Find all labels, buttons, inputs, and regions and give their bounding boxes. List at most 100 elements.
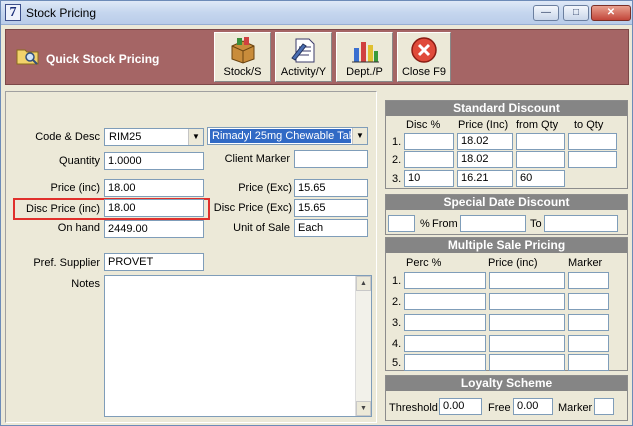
perc-field[interactable]: [404, 335, 486, 352]
close-f9-button[interactable]: Close F9: [397, 32, 451, 82]
chevron-down-icon[interactable]: ▼: [188, 129, 203, 145]
box-icon: [231, 37, 254, 64]
price-field[interactable]: [489, 293, 565, 310]
marker-field[interactable]: [568, 293, 609, 310]
price-inc-label: Price (inc): [50, 182, 100, 194]
minimize-button[interactable]: —: [533, 5, 559, 21]
unit-of-sale-label: Unit of Sale: [233, 222, 290, 234]
price-field[interactable]: [489, 335, 565, 352]
price-field[interactable]: [489, 314, 565, 331]
code-value: RIM25: [109, 131, 142, 143]
pct-label: %: [420, 218, 430, 230]
marker-field[interactable]: [568, 354, 609, 371]
loyalty-marker-field[interactable]: [594, 398, 614, 415]
pref-supplier-label: Pref. Supplier: [33, 257, 100, 269]
row-number: 4.: [392, 338, 402, 350]
activity-button[interactable]: Activity/Y: [275, 32, 332, 82]
toolbar: Quick Stock Pricing Stock/S Activity/Y D…: [5, 29, 629, 85]
perc-pct-header: Perc %: [406, 257, 442, 269]
from-label: From: [432, 218, 458, 230]
multiple-sale-pricing-section: Multiple Sale Pricing Perc % Price (inc)…: [385, 237, 628, 371]
price-exc-field[interactable]: 15.65: [294, 179, 368, 197]
stock-details-panel: Code & Desc RIM25 ▼ Rimadyl 25mg Chewabl…: [5, 91, 377, 423]
close-window-button[interactable]: ✕: [591, 5, 631, 21]
quantity-field[interactable]: 1.0000: [104, 152, 204, 170]
free-label: Free: [488, 402, 511, 414]
disc-price-inc-field[interactable]: 18.00: [104, 199, 204, 217]
price-field[interactable]: [489, 272, 565, 289]
client-marker-label: Client Marker: [224, 153, 290, 165]
from-qty-field[interactable]: 60: [516, 170, 565, 187]
perc-field[interactable]: [404, 314, 486, 331]
from-qty-field[interactable]: [516, 151, 565, 168]
document-icon: [290, 38, 314, 63]
code-desc-label: Code & Desc: [35, 131, 100, 143]
disc-price-exc-field[interactable]: 15.65: [294, 199, 368, 217]
special-date-discount-section: Special Date Discount % From To: [385, 194, 628, 235]
marker-field[interactable]: [568, 314, 609, 331]
to-qty-header: to Qty: [574, 119, 604, 131]
row-number: 1.: [392, 275, 402, 287]
perc-field[interactable]: [404, 354, 486, 371]
price-inc-field[interactable]: 18.02: [457, 133, 513, 150]
price-inc-field[interactable]: 18.02: [457, 151, 513, 168]
row-number: 1.: [392, 136, 402, 148]
bar-chart-icon: [351, 42, 379, 63]
disc-pct-field[interactable]: [404, 133, 454, 150]
app-icon: 7: [5, 4, 21, 21]
row-number: 5.: [392, 357, 402, 369]
special-pct-field[interactable]: [388, 215, 415, 232]
client-marker-field[interactable]: [294, 150, 368, 168]
pref-supplier-field[interactable]: PROVET: [104, 253, 204, 271]
unit-of-sale-field[interactable]: Each: [294, 219, 368, 237]
disc-pct-field[interactable]: 10: [404, 170, 454, 187]
quantity-label: Quantity: [59, 155, 100, 167]
threshold-field[interactable]: 0.00: [439, 398, 482, 415]
dept-button-label: Dept./P: [346, 66, 383, 78]
disc-price-exc-label: Disc Price (Exc): [213, 202, 292, 214]
notes-textarea[interactable]: ▲ ▼: [104, 275, 372, 417]
stock-pricing-window: 7 Stock Pricing — □ ✕ Quick Stock Pricin…: [0, 0, 633, 426]
stock-button[interactable]: Stock/S: [214, 32, 271, 82]
standard-discount-title: Standard Discount: [386, 101, 627, 116]
activity-button-label: Activity/Y: [280, 66, 327, 78]
to-qty-field[interactable]: [568, 133, 617, 150]
description-combo[interactable]: Rimadyl 25mg Chewable Tab ▼: [207, 127, 368, 145]
chevron-down-icon[interactable]: ▼: [352, 128, 367, 144]
price-inc-field[interactable]: 16.21: [457, 170, 513, 187]
title-bar: 7 Stock Pricing — □ ✕: [1, 1, 632, 25]
multiple-sale-pricing-title: Multiple Sale Pricing: [386, 238, 627, 253]
scroll-down-icon[interactable]: ▼: [356, 401, 371, 416]
marker-header: Marker: [568, 257, 603, 269]
on-hand-field[interactable]: 2449.00: [104, 220, 204, 238]
disc-pct-field[interactable]: [404, 151, 454, 168]
disc-price-inc-label: Disc Price (inc): [26, 203, 100, 215]
marker-field[interactable]: [568, 272, 609, 289]
notes-text: [105, 276, 371, 280]
loyalty-scheme-title: Loyalty Scheme: [386, 376, 627, 391]
price-inc-header: Price (inc): [488, 257, 538, 269]
to-label: To: [530, 218, 542, 230]
scroll-up-icon[interactable]: ▲: [356, 276, 371, 291]
notes-scrollbar[interactable]: ▲ ▼: [355, 276, 371, 416]
from-qty-header: from Qty: [516, 119, 559, 131]
maximize-button[interactable]: □: [563, 5, 589, 21]
on-hand-label: On hand: [57, 222, 100, 234]
marker-field[interactable]: [568, 335, 609, 352]
perc-field[interactable]: [404, 272, 486, 289]
notes-label: Notes: [71, 278, 100, 290]
from-qty-field[interactable]: [516, 133, 565, 150]
price-inc-field[interactable]: 18.00: [104, 179, 204, 197]
to-date-field[interactable]: [544, 215, 618, 232]
row-number: 2.: [392, 296, 402, 308]
free-field[interactable]: 0.00: [513, 398, 553, 415]
perc-field[interactable]: [404, 293, 486, 310]
stock-button-label: Stock/S: [223, 66, 262, 78]
from-date-field[interactable]: [460, 215, 526, 232]
dept-button[interactable]: Dept./P: [336, 32, 393, 82]
price-field[interactable]: [489, 354, 565, 371]
window-title: Stock Pricing: [26, 6, 97, 20]
to-qty-field[interactable]: [568, 151, 617, 168]
toolbar-title: Quick Stock Pricing: [46, 52, 160, 66]
code-combo[interactable]: RIM25 ▼: [104, 128, 204, 146]
